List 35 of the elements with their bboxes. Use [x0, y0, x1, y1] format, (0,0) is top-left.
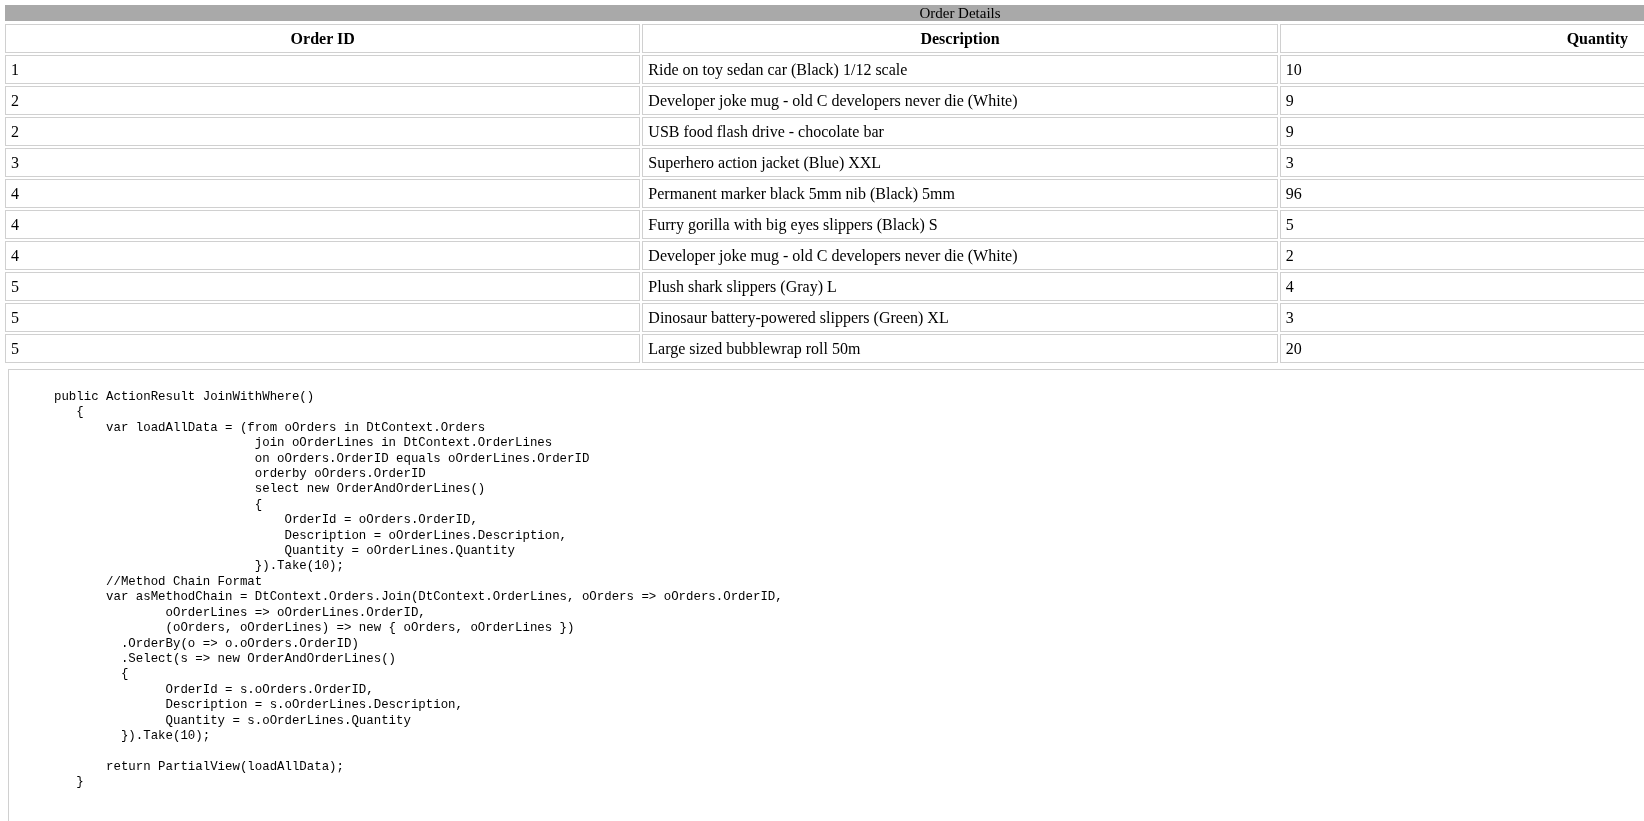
column-header: Quantity: [1279, 24, 1644, 53]
table-cell: Developer joke mug - old C developers never die (White): [642, 86, 1278, 115]
table-cell: 2: [5, 86, 641, 115]
table-cell: 4: [5, 241, 641, 270]
table-cell: 2: [5, 117, 641, 146]
table-cell: 10: [1279, 55, 1644, 84]
table-cell: 4: [1279, 272, 1644, 301]
table-cell: 20: [1279, 334, 1644, 363]
code-block: public ActionResult JoinWithWhere() { var loadAllData = (from oOrders in DtContext.Orders join oOrderLines in DtContext.OrderLines on oOrders.OrderID equals oOrderLines.OrderID orderby oOrders.OrderID select new OrderAndOrderLines() { OrderId = oOrders.OrderID, Description = oOrderLines.Description, Quantity = oOrderLines.Quantity }).Take(10); //Method Chain Format var asMethodChain = DtContext.Orders.Join(DtContext.OrderLines, oOrders => oOrders.OrderID, oOrderLines => oOrderLines.OrderID, (oOrders, oOrderLines) => new { oOrders, oOrderLines }) .OrderBy(o => o.oOrders.OrderID) .Select(s => new OrderAndOrderLines() { OrderId = s.oOrders.OrderID, Description = s.oOrderLines.Description, Quantity = s.oOrderLines.Quantity }).Take(10); return PartialView(loadAllData); }: [8, 369, 1644, 821]
table-cell: 9: [1279, 86, 1644, 115]
table-cell: Superhero action jacket (Blue) XXL: [642, 148, 1278, 177]
table-cell: Permanent marker black 5mm nib (Black) 5mm: [642, 179, 1278, 208]
column-header: Description: [642, 24, 1278, 53]
table-cell: 9: [1279, 117, 1644, 146]
table-cell: Furry gorilla with big eyes slippers (Black) S: [642, 210, 1278, 239]
table-cell: 5: [5, 334, 641, 363]
table-cell: Plush shark slippers (Gray) L: [642, 272, 1278, 301]
table-cell: USB food flash drive - chocolate bar: [642, 117, 1278, 146]
table-cell: 4: [5, 210, 641, 239]
table-cell: 3: [1279, 303, 1644, 332]
table-cell: 5: [5, 272, 641, 301]
table-cell: Developer joke mug - old C developers never die (White): [642, 241, 1278, 270]
table-caption: Order Details: [5, 5, 1644, 21]
table-cell: 96: [1279, 179, 1644, 208]
table-cell: 5: [1279, 210, 1644, 239]
table-cell: 1: [5, 55, 641, 84]
table-cell: 3: [5, 148, 641, 177]
table-cell: Dinosaur battery-powered slippers (Green) XL: [642, 303, 1278, 332]
table-cell: 2: [1279, 241, 1644, 270]
table-cell: 5: [5, 303, 641, 332]
table-cell: 4: [5, 179, 641, 208]
table-cell: 3: [1279, 148, 1644, 177]
table-cell: Large sized bubblewrap roll 50m: [642, 334, 1278, 363]
column-header: Order ID: [5, 24, 641, 53]
table-cell: Ride on toy sedan car (Black) 1/12 scale: [642, 55, 1278, 84]
